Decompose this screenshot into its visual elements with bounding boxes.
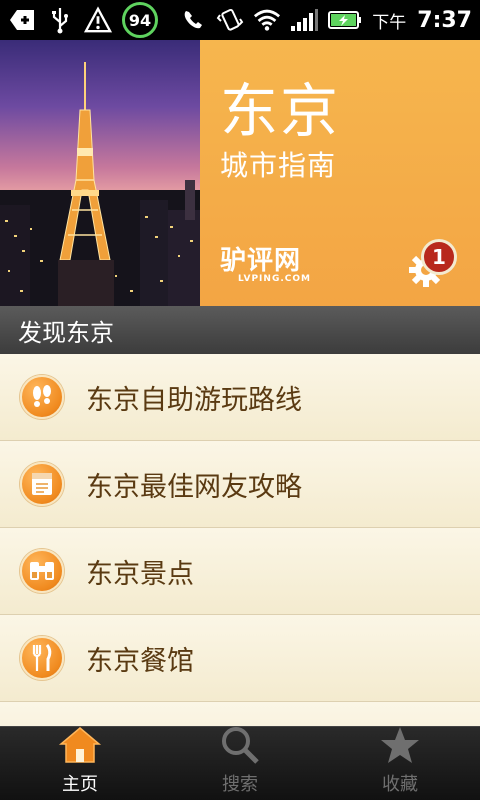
lvping-logo: 驴评网 LVPING.COM bbox=[220, 248, 311, 284]
search-icon bbox=[220, 726, 260, 768]
signal-icon bbox=[290, 6, 319, 34]
list-item-label: 东京景点 bbox=[86, 558, 194, 590]
tab-label: 主页 bbox=[62, 774, 98, 795]
list-item-partial[interactable] bbox=[0, 702, 480, 726]
section-title: 发现东京 bbox=[18, 318, 114, 347]
warning-icon bbox=[84, 6, 112, 34]
list-item-attractions[interactable]: 东京景点 bbox=[0, 528, 480, 615]
bottom-tab-bar: 主页 搜索 收藏 bbox=[0, 726, 480, 800]
tab-home[interactable]: 主页 bbox=[0, 727, 160, 800]
tab-favorites[interactable]: 收藏 bbox=[320, 727, 480, 800]
vibrate-icon bbox=[216, 6, 244, 34]
status-bar-left: 94 bbox=[0, 0, 158, 40]
notification-count-badge[interactable]: 1 bbox=[421, 239, 457, 275]
battery-percent-badge: 94 bbox=[122, 2, 158, 38]
status-bar: 94 下午 7:37 bbox=[0, 0, 480, 40]
binoculars-icon bbox=[20, 549, 64, 593]
guidebook-icon bbox=[20, 462, 64, 506]
section-header: 发现东京 bbox=[0, 306, 480, 354]
list-item-label: 东京餐馆 bbox=[86, 645, 194, 677]
city-info-card: 东京 城市指南 驴评网 LVPING.COM 1 bbox=[200, 40, 480, 306]
tokyo-tower-photo bbox=[0, 40, 200, 306]
star-icon bbox=[380, 726, 420, 768]
footprints-icon bbox=[20, 375, 64, 419]
logo-sub-text: LVPING.COM bbox=[238, 274, 311, 284]
list-item-restaurants[interactable]: 东京餐馆 bbox=[0, 615, 480, 702]
missed-call-icon bbox=[179, 6, 207, 34]
usb-icon bbox=[46, 6, 74, 34]
tab-label: 收藏 bbox=[382, 774, 418, 795]
list-item-routes[interactable]: 东京自助游玩路线 bbox=[0, 354, 480, 441]
city-hero-banner: 东京 城市指南 驴评网 LVPING.COM 1 bbox=[0, 40, 480, 306]
logo-main-text: 驴评网 bbox=[220, 246, 302, 276]
home-icon bbox=[58, 726, 102, 768]
list-item-guides[interactable]: 东京最佳网友攻略 bbox=[0, 441, 480, 528]
tab-search[interactable]: 搜索 bbox=[160, 727, 320, 800]
city-title: 东京 bbox=[220, 77, 341, 145]
wifi-icon bbox=[253, 6, 281, 34]
status-bar-right: 下午 7:37 bbox=[179, 0, 480, 40]
status-time: 7:37 bbox=[417, 7, 472, 33]
city-subtitle: 城市指南 bbox=[220, 149, 337, 182]
tab-label: 搜索 bbox=[222, 774, 258, 795]
list-item-label: 东京最佳网友攻略 bbox=[86, 471, 302, 503]
notification-plus-icon bbox=[8, 6, 36, 34]
battery-charging-icon bbox=[327, 6, 363, 34]
fork-knife-icon bbox=[20, 636, 64, 680]
status-ampm: 下午 bbox=[372, 12, 407, 33]
discover-list: 东京自助游玩路线 东京最佳网友攻略 东京景点 东京餐馆 bbox=[0, 354, 480, 726]
list-item-label: 东京自助游玩路线 bbox=[86, 384, 302, 416]
